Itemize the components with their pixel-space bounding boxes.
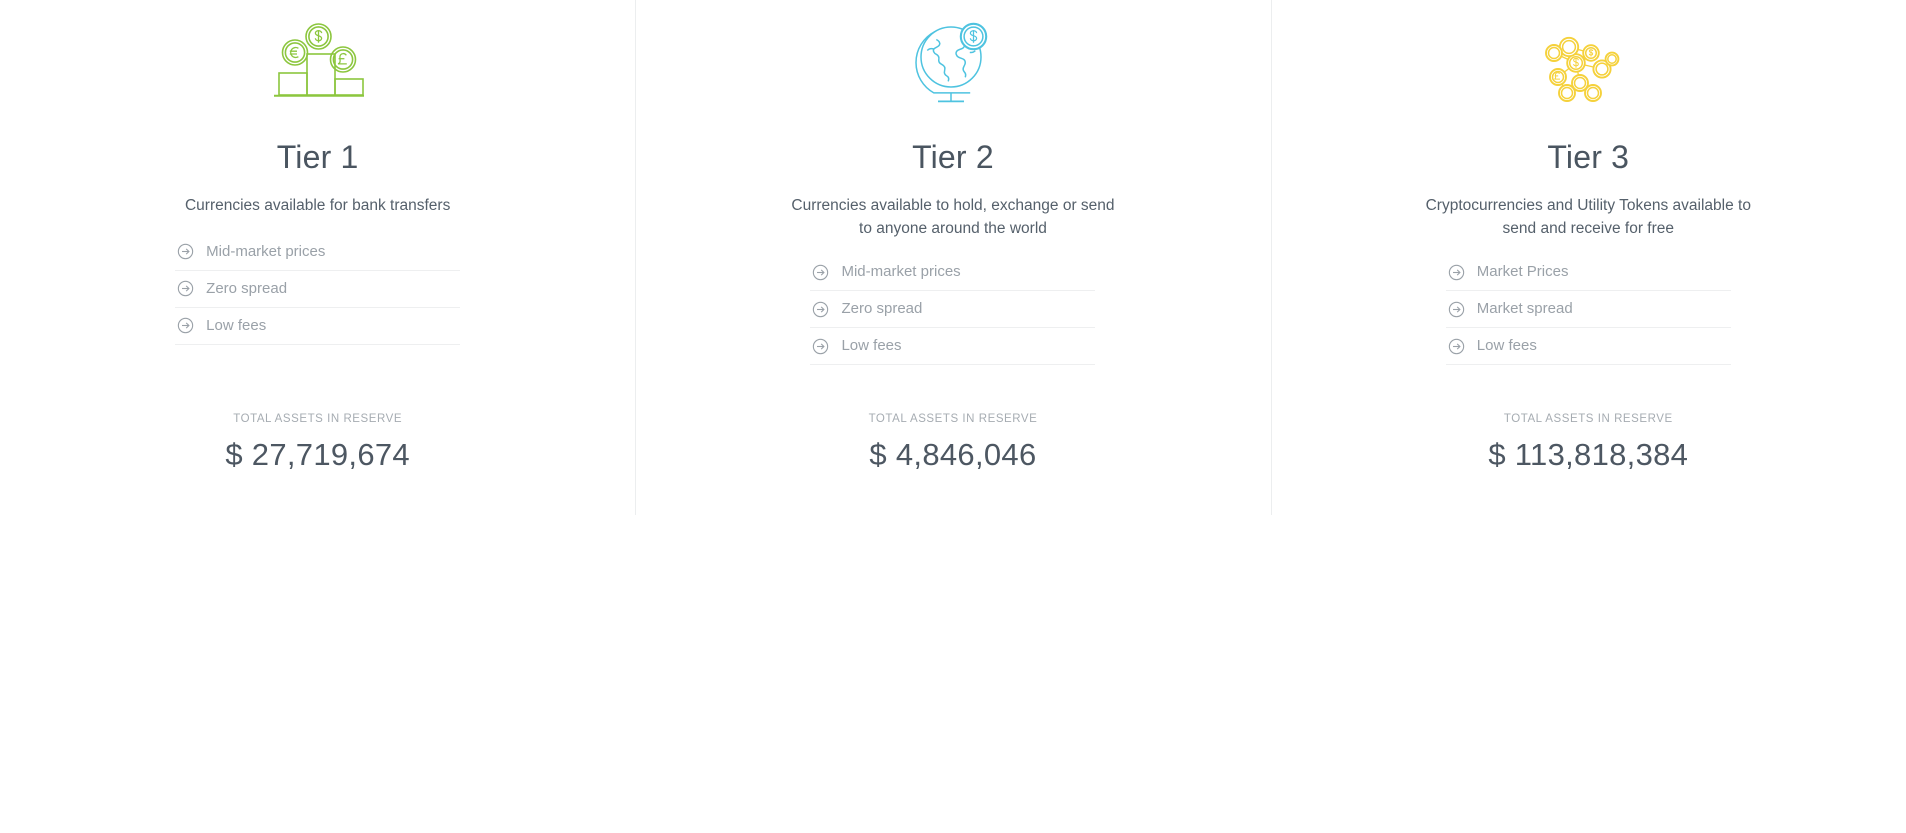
feature-list: Mid-market prices Zero spread Low fees [175,234,461,345]
crypto-network-icon [1536,8,1640,118]
podium-coins-icon [270,8,366,118]
list-item[interactable]: Zero spread [175,271,461,308]
reserve-amount: $ 4,846,046 [869,437,1037,473]
tier-card-3: Tier 3 Cryptocurrencies and Utility Toke… [1270,0,1906,516]
tier-subtitle: Cryptocurrencies and Utility Tokens avai… [1425,197,1751,237]
arrow-circle-right-icon [812,338,829,355]
feature-label: Zero spread [841,300,923,318]
tier-title: Tier 3 [1547,139,1630,175]
feature-list: Market Prices Market spread Low fees [1445,254,1731,366]
list-item[interactable]: Zero spread [810,291,1096,329]
feature-list: Mid-market prices Zero spread Low fees [810,254,1096,366]
feature-label: Zero spread [206,279,288,297]
arrow-circle-right-icon [1448,338,1465,355]
arrow-circle-right-icon [177,280,194,297]
list-item[interactable]: Market Prices [1445,254,1731,292]
feature-label: Low fees [206,316,267,334]
list-item[interactable]: Low fees [810,328,1096,366]
reserve-block: TOTAL ASSETS IN RESERVE $ 113,818,384 [1331,413,1846,473]
arrow-circle-right-icon [177,317,194,334]
arrow-circle-right-icon [812,301,829,318]
feature-label: Low fees [1476,337,1537,355]
reserve-label: TOTAL ASSETS IN RESERVE [868,413,1038,426]
tier-card-1: Tier 1 Currencies available for bank tra… [0,0,635,473]
globe-dollar-icon [911,8,995,118]
list-item[interactable]: Low fees [175,308,461,345]
arrow-circle-right-icon [1448,301,1465,318]
feature-label: Low fees [841,337,902,355]
tier-title: Tier 2 [912,139,994,175]
feature-label: Mid-market prices [841,263,961,281]
reserve-amount: $ 27,719,674 [225,436,410,472]
reserve-block: TOTAL ASSETS IN RESERVE $ 4,846,046 [695,413,1210,473]
feature-label: Market spread [1476,300,1573,318]
tier-title: Tier 1 [276,139,359,175]
tier-subtitle: Currencies available for bank transfers [184,197,451,215]
reserve-label: TOTAL ASSETS IN RESERVE [1503,413,1673,426]
tier-card-2: Tier 2 Currencies available to hold, exc… [635,0,1270,516]
reserve-amount: $ 113,818,384 [1488,437,1689,473]
list-item[interactable]: Mid-market prices [810,254,1096,292]
reserve-block: TOTAL ASSETS IN RESERVE $ 27,719,674 [60,413,575,473]
tier-subtitle: Currencies available to hold, exchange o… [791,197,1115,237]
feature-label: Mid-market prices [206,242,326,260]
tier-comparison-container: Tier 1 Currencies available for bank tra… [0,0,1906,516]
reserve-label: TOTAL ASSETS IN RESERVE [233,412,403,425]
arrow-circle-right-icon [812,264,829,281]
list-item[interactable]: Low fees [1445,328,1731,366]
list-item[interactable]: Market spread [1445,291,1731,329]
feature-label: Market Prices [1476,263,1569,281]
list-item[interactable]: Mid-market prices [175,234,461,271]
arrow-circle-right-icon [1448,264,1465,281]
arrow-circle-right-icon [177,243,194,260]
